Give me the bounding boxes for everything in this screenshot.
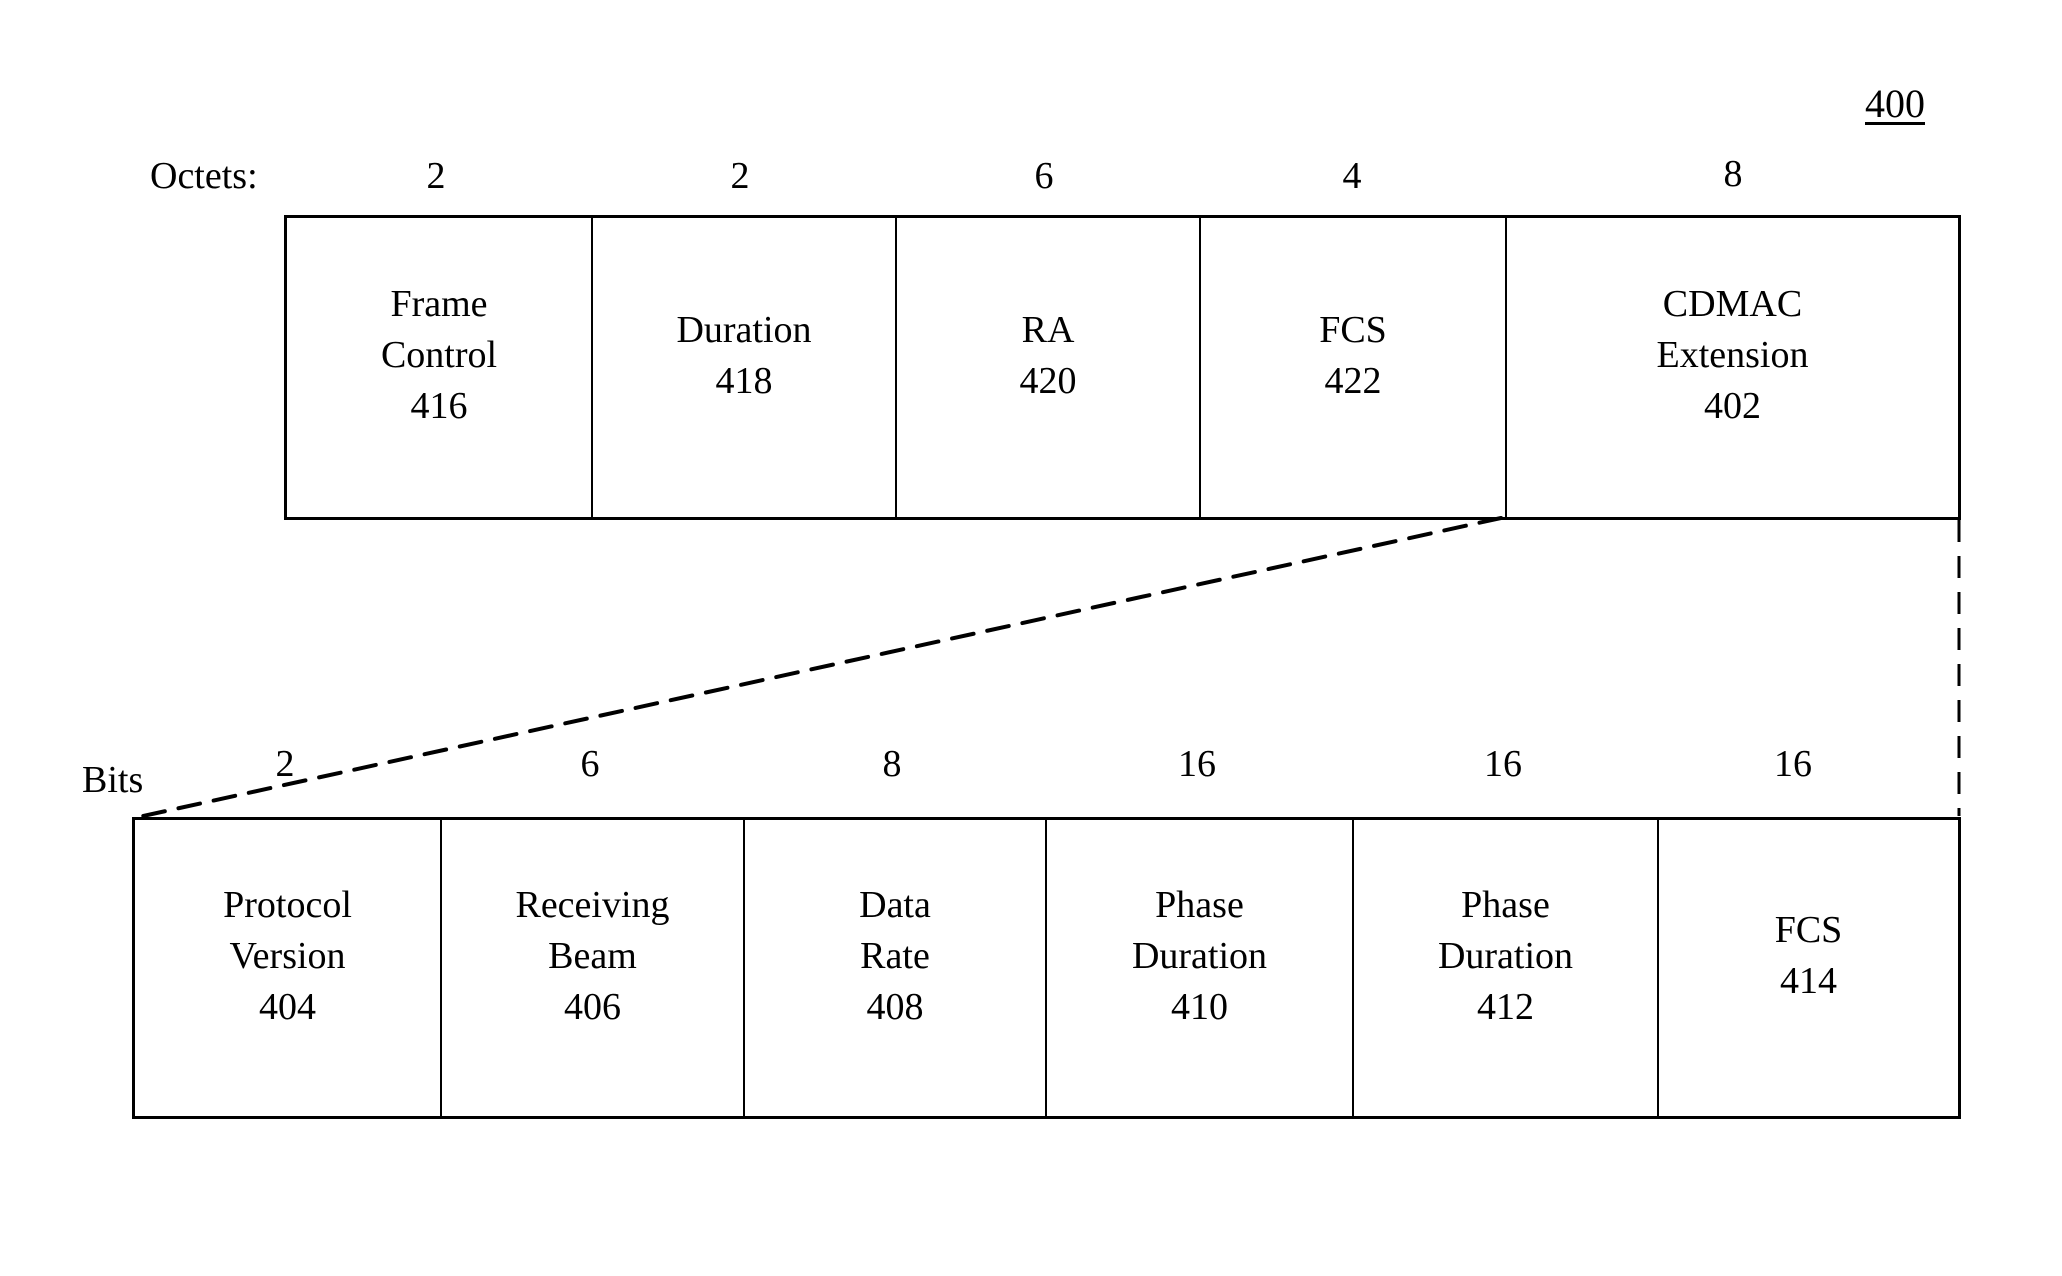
field-label-line: Duration bbox=[1131, 934, 1268, 977]
field-ref-number: 420 bbox=[1019, 359, 1077, 402]
field-phase-duration-412: Phase Duration 412 bbox=[1352, 820, 1657, 1116]
field-frame-control: Frame Control 416 bbox=[287, 218, 591, 517]
field-label-line: Receiving bbox=[515, 883, 670, 926]
field-ref-number: 404 bbox=[259, 985, 316, 1028]
octet-size-frame-control: 2 bbox=[426, 155, 446, 197]
field-label-line: CDMAC bbox=[1662, 283, 1803, 325]
field-ref-number: 416 bbox=[410, 385, 468, 427]
octet-size-duration: 2 bbox=[730, 155, 750, 197]
figure-reference-number: 400 bbox=[1865, 81, 1925, 126]
field-ref-number: 408 bbox=[866, 985, 924, 1028]
field-label-line: Frame bbox=[390, 283, 488, 325]
octets-unit-label: Octets: bbox=[150, 155, 258, 197]
bit-size-phase-duration-410: 16 bbox=[1178, 743, 1216, 785]
field-ref-number: 402 bbox=[1703, 385, 1761, 427]
field-label-line: Control bbox=[380, 334, 498, 376]
field-label-line: Version bbox=[229, 934, 346, 977]
bit-size-receiving-beam: 6 bbox=[580, 743, 600, 785]
field-phase-duration-410: Phase Duration 410 bbox=[1045, 820, 1352, 1116]
field-label-line: Protocol bbox=[223, 883, 352, 926]
field-ref-number: 412 bbox=[1476, 985, 1534, 1028]
bit-size-data-rate: 8 bbox=[882, 743, 902, 785]
octet-size-ra: 6 bbox=[1034, 155, 1054, 197]
field-ref-number: 410 bbox=[1170, 985, 1228, 1028]
field-receiving-beam: Receiving Beam 406 bbox=[440, 820, 743, 1116]
bit-size-fcs: 16 bbox=[1774, 743, 1812, 785]
field-label-line: Phase bbox=[1155, 883, 1244, 926]
field-label-line: RA bbox=[1021, 308, 1075, 351]
field-label-line: Extension bbox=[1656, 334, 1809, 376]
field-ref-number: 422 bbox=[1324, 359, 1382, 402]
bits-unit-label: Bits bbox=[82, 759, 144, 801]
field-label-line: Duration bbox=[1437, 934, 1574, 977]
field-label-line: FCS bbox=[1319, 308, 1387, 351]
field-label-line: FCS bbox=[1774, 909, 1843, 951]
bit-size-protocol-version: 2 bbox=[275, 743, 295, 785]
field-duration: Duration 418 bbox=[591, 218, 895, 517]
field-ref-number: 406 bbox=[564, 985, 621, 1028]
field-label-line: Duration bbox=[676, 308, 812, 351]
octet-size-fcs: 4 bbox=[1342, 155, 1362, 197]
mac-frame-structure: Frame Control 416 Duration 418 RA 420 FC… bbox=[284, 215, 1961, 520]
field-protocol-version: Protocol Version 404 bbox=[135, 820, 440, 1116]
field-ref-number: 418 bbox=[715, 359, 773, 402]
cdmac-extension-structure: Protocol Version 404 Receiving Beam 406 … bbox=[132, 817, 1961, 1119]
field-ref-number: 414 bbox=[1780, 960, 1837, 1002]
field-fcs: FCS 422 bbox=[1199, 218, 1505, 517]
field-label-line: Rate bbox=[860, 934, 930, 977]
field-label-line: Beam bbox=[548, 934, 637, 977]
bit-size-phase-duration-412: 16 bbox=[1484, 743, 1522, 785]
field-label-line: Phase bbox=[1461, 883, 1550, 926]
octet-size-cdmac-extension: 8 bbox=[1723, 153, 1743, 195]
field-cdmac-extension: CDMAC Extension 402 bbox=[1505, 218, 1958, 517]
field-ra: RA 420 bbox=[895, 218, 1199, 517]
field-label-line: Data bbox=[859, 883, 931, 926]
field-data-rate: Data Rate 408 bbox=[743, 820, 1045, 1116]
field-fcs-414: FCS 414 bbox=[1657, 820, 1958, 1116]
